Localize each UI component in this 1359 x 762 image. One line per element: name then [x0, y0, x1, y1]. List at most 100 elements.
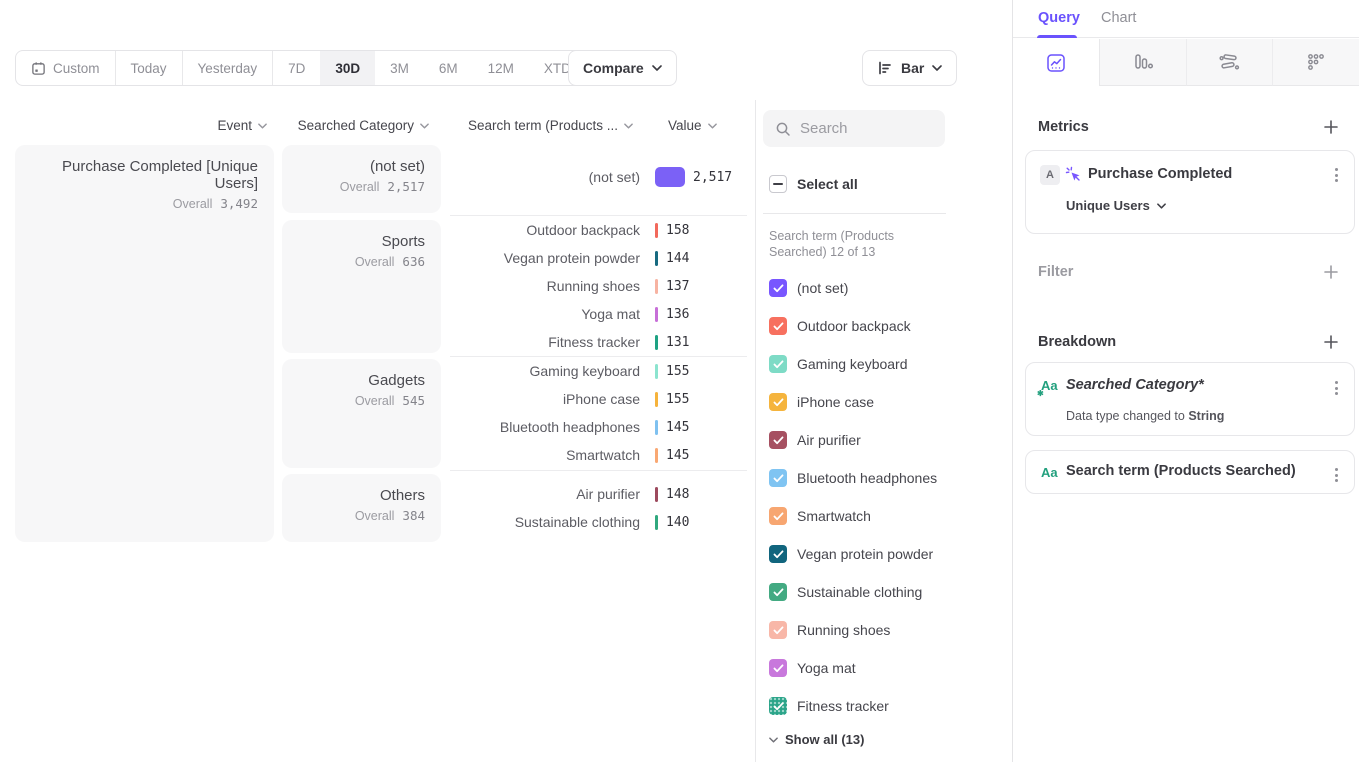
search-term-label: Gaming keyboard — [450, 361, 640, 381]
category-cell-sports[interactable]: Sports Overall636 — [282, 220, 441, 353]
column-header-value[interactable]: Value — [668, 117, 738, 134]
tab-query[interactable]: Query — [1038, 10, 1080, 26]
column-header-event[interactable]: Event — [15, 117, 267, 134]
add-filter-button[interactable] — [1323, 264, 1339, 280]
search-input[interactable] — [800, 120, 930, 137]
checkbox-checked[interactable] — [769, 507, 787, 525]
legend-item[interactable]: Gaming keyboard — [769, 345, 908, 383]
column-header-search-term[interactable]: Search term (Products ... — [430, 117, 633, 134]
date-range-7d[interactable]: 7D — [273, 51, 320, 85]
value-row: 145 — [655, 417, 689, 437]
legend-item[interactable]: Sustainable clothing — [769, 573, 922, 611]
value-row: 148 — [655, 484, 689, 504]
chevron-down-icon — [624, 123, 633, 129]
checkbox-checked[interactable] — [769, 697, 787, 715]
value-bar[interactable] — [655, 335, 658, 350]
tab-chart[interactable]: Chart — [1101, 10, 1136, 26]
category-cell-gadgets[interactable]: Gadgets Overall545 — [282, 359, 441, 468]
legend-item[interactable]: Fitness tracker — [769, 687, 889, 725]
value-bar[interactable] — [655, 167, 685, 187]
search-term-label: iPhone case — [450, 389, 640, 409]
value-bar[interactable] — [655, 279, 658, 294]
value-bar[interactable] — [655, 448, 658, 463]
tab-funnels[interactable] — [1100, 39, 1187, 86]
legend-caption: Search term (Products Searched) 12 of 13 — [769, 228, 947, 260]
legend-item[interactable]: Smartwatch — [769, 497, 871, 535]
checkbox-checked[interactable] — [769, 621, 787, 639]
date-range-custom[interactable]: Custom — [16, 51, 116, 85]
overall-label: Overall — [340, 180, 380, 194]
add-metric-button[interactable] — [1323, 119, 1339, 135]
date-range-12m[interactable]: 12M — [473, 51, 529, 85]
checkbox-checked[interactable] — [769, 469, 787, 487]
column-header-category[interactable]: Searched Category — [282, 117, 429, 134]
category-cell-others[interactable]: Others Overall384 — [282, 474, 441, 542]
chevron-down-icon — [420, 123, 429, 129]
group-separator — [450, 215, 747, 216]
breakdown-card-search-term[interactable]: Aa Search term (Products Searched) — [1025, 450, 1355, 494]
date-range-6m[interactable]: 6M — [424, 51, 473, 85]
legend-item[interactable]: Yoga mat — [769, 649, 856, 687]
search-term-label: Running shoes — [450, 276, 640, 296]
checkbox-checked[interactable] — [769, 355, 787, 373]
metric-event-name: Purchase Completed — [1088, 166, 1232, 182]
compare-button[interactable]: Compare — [568, 50, 677, 86]
value-bar[interactable] — [655, 307, 658, 322]
legend-item[interactable]: Air purifier — [769, 421, 861, 459]
checkbox-checked[interactable] — [769, 279, 787, 297]
value-bar[interactable] — [655, 420, 658, 435]
tab-insights[interactable] — [1013, 39, 1100, 86]
legend-search[interactable] — [763, 110, 945, 147]
date-range-today[interactable]: Today — [116, 51, 183, 85]
checkbox-checked[interactable] — [769, 431, 787, 449]
chevron-down-icon — [258, 123, 267, 129]
value-number: 131 — [666, 335, 689, 350]
checkbox-checked[interactable] — [769, 583, 787, 601]
metric-letter-badge: A — [1040, 165, 1060, 185]
value-bar[interactable] — [655, 251, 658, 266]
funnels-icon — [1132, 52, 1154, 72]
tab-flows[interactable] — [1187, 39, 1274, 86]
breakdown-card-searched-category[interactable]: Aa✱ Searched Category* Data type changed… — [1025, 362, 1355, 436]
overall-value: 545 — [402, 393, 425, 408]
kebab-menu-icon[interactable] — [1333, 379, 1340, 397]
check-icon — [773, 436, 784, 445]
value-number: 155 — [666, 392, 689, 407]
select-all-row[interactable]: Select all — [769, 175, 858, 193]
date-range-3m[interactable]: 3M — [375, 51, 424, 85]
checkbox-checked[interactable] — [769, 659, 787, 677]
add-breakdown-button[interactable] — [1323, 334, 1339, 350]
select-all-checkbox[interactable] — [769, 175, 787, 193]
checkbox-checked[interactable] — [769, 393, 787, 411]
checkbox-checked[interactable] — [769, 317, 787, 335]
indeterminate-icon — [773, 183, 783, 185]
date-range-yesterday[interactable]: Yesterday — [183, 51, 274, 85]
legend-item-label: Running shoes — [797, 622, 890, 638]
checkbox-checked[interactable] — [769, 545, 787, 563]
event-cell[interactable]: Purchase Completed [Unique Users] Overal… — [15, 145, 274, 542]
value-number: 137 — [666, 279, 689, 294]
tab-retention[interactable] — [1273, 39, 1359, 86]
metrics-section-title: Metrics — [1038, 119, 1089, 135]
kebab-menu-icon[interactable] — [1333, 166, 1340, 184]
value-bar[interactable] — [655, 392, 658, 407]
value-bar[interactable] — [655, 364, 658, 379]
legend-item[interactable]: (not set) — [769, 269, 848, 307]
legend-item[interactable]: Vegan protein powder — [769, 535, 933, 573]
show-all-label: Show all (13) — [785, 732, 864, 747]
value-bar[interactable] — [655, 223, 658, 238]
value-bar[interactable] — [655, 487, 658, 502]
legend-item[interactable]: Bluetooth headphones — [769, 459, 937, 497]
kebab-menu-icon[interactable] — [1333, 466, 1340, 484]
value-bar[interactable] — [655, 515, 658, 530]
category-cell-not-set[interactable]: (not set) Overall2,517 — [282, 145, 441, 213]
legend-item[interactable]: Running shoes — [769, 611, 890, 649]
group-separator — [450, 470, 747, 471]
legend-item[interactable]: iPhone case — [769, 383, 874, 421]
chart-type-dropdown[interactable]: Bar — [862, 50, 957, 86]
date-range-30d[interactable]: 30D — [320, 51, 375, 85]
legend-item[interactable]: Outdoor backpack — [769, 307, 911, 345]
metric-card[interactable]: A Purchase Completed Unique Users — [1025, 150, 1355, 234]
show-all-toggle[interactable]: Show all (13) — [769, 732, 864, 747]
metric-measure-dropdown[interactable]: Unique Users — [1066, 198, 1166, 213]
